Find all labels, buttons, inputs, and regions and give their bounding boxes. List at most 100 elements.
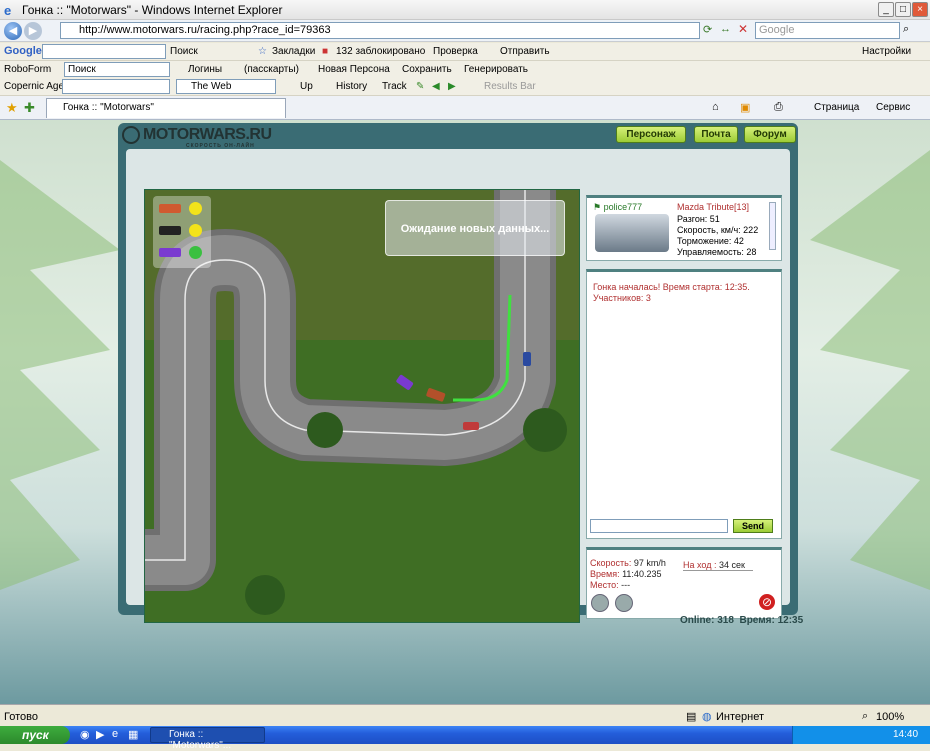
minimize-button[interactable]: _ [878, 2, 894, 17]
race-status-panel: Скорость: 97 km/h Время: 11:40.235 Место… [586, 547, 782, 619]
edit-icon[interactable]: ✎ [416, 81, 424, 92]
car-orange-icon [159, 204, 181, 213]
search-input[interactable]: Google [755, 22, 900, 39]
opponent-stats: Разгон: 51 Скорость, км/ч: 222 Торможени… [677, 214, 759, 257]
google-toolbar: Google Поиск ☆ Закладки ■ 132 заблокиров… [0, 43, 930, 61]
nav-mail[interactable]: Почта [694, 126, 738, 143]
stop-race-icon[interactable]: ⊘ [757, 592, 777, 612]
zone-text: Интернет [716, 711, 764, 723]
maximize-button[interactable]: □ [895, 2, 911, 17]
system-tray: 14:40 [792, 726, 930, 744]
chat-input[interactable] [590, 519, 728, 533]
nav-forum[interactable]: Форум [744, 126, 796, 143]
google-search-input[interactable] [42, 44, 166, 59]
popup-blocker-icon: ■ [322, 46, 329, 57]
lock-icon: ▤ [686, 711, 697, 723]
start-button[interactable]: пуск [0, 726, 70, 744]
send-to-button[interactable]: Отправить [500, 46, 550, 57]
spellcheck-button[interactable]: Проверка [433, 46, 478, 57]
nitro-button[interactable] [591, 594, 609, 612]
window-titlebar: e Гонка :: "Motorwars" - Windows Interne… [0, 0, 930, 20]
game-area: Ожидание новых данных... ⚑ police777 Maz… [126, 149, 790, 623]
chat-messages: Гонка началась! Время старта: 12:35. Уча… [593, 282, 750, 303]
home-icon[interactable]: ⌂ [712, 101, 719, 113]
stop-icon[interactable]: ✕ [738, 22, 748, 36]
quicklaunch-icon[interactable]: ◉ [80, 728, 90, 741]
logo-icon [122, 126, 140, 144]
media-player-icon[interactable]: ▶ [96, 728, 104, 741]
race-positions-panel [153, 196, 211, 268]
yellow-light-icon [189, 202, 202, 215]
new-persona-button[interactable]: Новая Персона [318, 64, 390, 75]
roboform-button[interactable]: RoboForm [4, 64, 51, 75]
copernic-scope-select[interactable]: The Web [176, 79, 276, 94]
taskbar-window-button[interactable]: Гонка :: "Motorwars"... [150, 727, 265, 751]
copernic-search-input[interactable] [62, 79, 170, 94]
car-black-icon [159, 226, 181, 235]
window-title: Гонка :: "Motorwars" - Windows Internet … [22, 3, 283, 17]
url-input[interactable]: http://www.motorwars.ru/racing.php?race_… [60, 22, 700, 39]
refresh-icon[interactable]: ⟳ [703, 23, 712, 36]
page-menu[interactable]: Страница [814, 102, 859, 113]
close-button[interactable]: × [912, 2, 928, 17]
desktop-icon[interactable]: ▦ [128, 728, 138, 741]
ie-launch-icon[interactable]: e [112, 728, 118, 740]
back-arrow-icon[interactable]: ◀ [432, 81, 440, 92]
ie-icon: e [4, 3, 12, 18]
favorites-star-icon[interactable]: ★ [6, 100, 18, 116]
go-icon[interactable]: ↔ [720, 23, 731, 35]
forward-button[interactable]: ▶ [24, 22, 42, 40]
leaf-decoration-right [810, 150, 930, 590]
nav-character[interactable]: Персонаж [616, 126, 686, 143]
yellow-light-icon [189, 224, 202, 237]
save-button[interactable]: Сохранить [402, 64, 452, 75]
copernic-toolbar: Copernic Agent The Web Up History Track … [0, 78, 930, 96]
scrollbar[interactable] [769, 202, 776, 250]
clock[interactable]: 14:40 [893, 729, 918, 740]
zoom-level[interactable]: 100% [876, 711, 904, 723]
settings-menu[interactable]: Настройки [862, 46, 911, 57]
globe-icon: ◍ [702, 711, 712, 723]
generate-button[interactable]: Генерировать [464, 64, 528, 75]
google-search-button[interactable]: Поиск [170, 46, 198, 57]
feeds-icon[interactable]: ▣ [740, 101, 750, 114]
opponent-user[interactable]: ⚑ police777 [593, 202, 642, 213]
car-purple-icon [159, 248, 181, 257]
opponent-car: Mazda Tribute[13] [677, 202, 750, 212]
popup-blocked-count[interactable]: 132 заблокировано [336, 46, 425, 57]
results-bar-button[interactable]: Results Bar [484, 81, 536, 92]
history-button[interactable]: History [336, 81, 367, 92]
site-logo[interactable]: MOTORWARS.RU СКОРОСТЬ ОН-ЛАЙН [122, 126, 272, 149]
back-button[interactable]: ◀ [4, 22, 22, 40]
search-icon[interactable]: ⌕ [903, 23, 909, 36]
bookmarks-menu[interactable]: Закладки [272, 46, 315, 57]
race-track[interactable]: Ожидание новых данных... [144, 189, 580, 623]
star-icon: ☆ [258, 46, 267, 57]
tab-motorwars[interactable]: Гонка :: "Motorwars" [46, 98, 286, 118]
car-image [595, 214, 669, 252]
online-status: Online: 318 Время: 12:35 [680, 615, 804, 626]
address-bar: ◀ ▶ http://www.motorwars.ru/racing.php?r… [0, 20, 930, 42]
print-icon[interactable]: ⎙ [774, 101, 783, 114]
track-button[interactable]: Track [382, 81, 407, 92]
tab-bar: ★ ✚ Гонка :: "Motorwars" ⌂ ▣ ⎙ Страница … [0, 96, 930, 120]
forward-arrow-icon[interactable]: ▶ [448, 81, 456, 92]
roboform-search-input[interactable]: Поиск [64, 62, 170, 77]
chat-panel: Гонка началась! Время старта: 12:35. Уча… [586, 269, 782, 539]
status-bar: Готово ▤ ◍ Интернет ⌕ 100% [0, 704, 930, 726]
passcards-menu[interactable]: (пасскарты) [244, 64, 299, 75]
tools-menu[interactable]: Сервис [876, 102, 910, 113]
status-text: Готово [4, 711, 38, 723]
game-frame: MOTORWARS.RU СКОРОСТЬ ОН-ЛАЙН Персонаж П… [118, 123, 798, 623]
opponent-info-panel: ⚑ police777 Mazda Tribute[13] Разгон: 51… [586, 195, 782, 261]
waiting-message: Ожидание новых данных... [385, 200, 565, 256]
taskbar: пуск ◉ ▶ e ▦ Гонка :: "Motorwars"... 14:… [0, 726, 930, 751]
send-button[interactable]: Send [733, 519, 773, 533]
brake-button[interactable] [615, 594, 633, 612]
logins-menu[interactable]: Логины [188, 64, 222, 75]
up-button[interactable]: Up [300, 81, 313, 92]
web-page: MOTORWARS.RU СКОРОСТЬ ОН-ЛАЙН Персонаж П… [0, 120, 930, 704]
roboform-toolbar: RoboForm Поиск Логины (пасскарты) Новая … [0, 61, 930, 79]
google-logo: Google [4, 45, 42, 57]
add-favorite-icon[interactable]: ✚ [24, 100, 35, 116]
